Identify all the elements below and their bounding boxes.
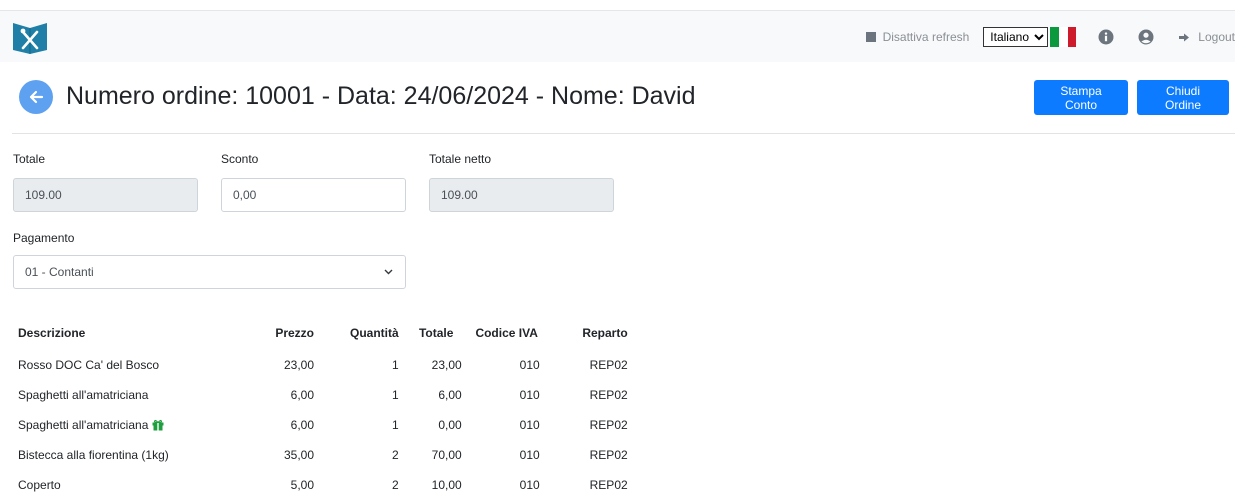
header-codice-iva: Codice IVA (475, 326, 538, 340)
cell-reparto: REP02 (589, 388, 628, 402)
totale-field: 109.00 (13, 178, 198, 212)
totale-netto-label: Totale netto (429, 152, 492, 166)
pagamento-select[interactable]: 01 - Contanti (13, 255, 406, 289)
arrow-left-icon (29, 90, 44, 104)
cell-quantita: 1 (391, 388, 399, 402)
pagamento-label: Pagamento (13, 231, 75, 245)
cell-quantita: 2 (391, 448, 399, 462)
logout-icon (1179, 33, 1190, 41)
table-row: Rosso DOC Ca' del Bosco 23,00 1 23,00 01… (12, 350, 634, 380)
language-select[interactable]: Italiano (983, 27, 1049, 47)
gift-icon (152, 419, 164, 431)
cell-prezzo: 6,00 (290, 418, 314, 432)
user-icon[interactable] (1138, 29, 1154, 45)
cell-descrizione: Spaghetti all'amatriciana (18, 388, 149, 402)
cell-totale: 70,00 (431, 448, 462, 462)
cell-prezzo: 35,00 (283, 448, 314, 462)
refresh-label: Disattiva refresh (882, 30, 970, 44)
cell-descrizione-text: Spaghetti all'amatriciana (18, 418, 149, 432)
cell-totale: 6,00 (438, 388, 462, 402)
cell-codice-iva: 010 (519, 358, 540, 372)
cell-codice-iva: 010 (519, 388, 540, 402)
logout-label: Logout (1198, 30, 1235, 44)
cell-quantita: 1 (391, 358, 399, 372)
info-icon[interactable] (1098, 29, 1114, 45)
cell-reparto: REP02 (589, 448, 628, 462)
sconto-input[interactable] (221, 178, 406, 212)
cell-prezzo: 23,00 (283, 358, 314, 372)
cell-reparto: REP02 (589, 418, 628, 432)
chevron-down-icon (384, 269, 393, 275)
cell-totale: 10,00 (431, 478, 462, 492)
back-button[interactable] (19, 80, 53, 114)
logout-link[interactable]: Logout (1178, 30, 1235, 44)
cell-quantita: 2 (391, 478, 399, 492)
header-totale: Totale (418, 326, 454, 340)
pagamento-value: 01 - Contanti (25, 265, 94, 279)
cell-descrizione-gift: Spaghetti all'amatriciana (12, 410, 240, 440)
header-prezzo: Prezzo (275, 326, 314, 340)
cell-prezzo: 6,00 (290, 388, 314, 402)
italian-flag-icon (1050, 27, 1077, 47)
cell-quantita: 1 (391, 418, 399, 432)
table-row: Spaghetti all'amatriciana 6,00 1 0,00 01… (12, 410, 634, 440)
top-navbar: Disattiva refresh Italiano Logout (0, 10, 1235, 62)
logo-icon[interactable] (12, 20, 48, 54)
cell-reparto: REP02 (589, 478, 628, 492)
page-title: Numero ordine: 10001 - Data: 24/06/2024 … (66, 82, 696, 110)
table-row: Bistecca alla fiorentina (1kg) 35,00 2 7… (12, 440, 634, 470)
sconto-label: Sconto (221, 152, 259, 166)
cell-descrizione: Coperto (18, 478, 61, 492)
divider (12, 133, 1235, 134)
disable-refresh-toggle[interactable]: Disattiva refresh (865, 30, 970, 44)
totale-netto-field: 109.00 (429, 178, 614, 212)
print-bill-button[interactable]: Stampa Conto (1034, 80, 1128, 115)
header-descrizione: Descrizione (18, 326, 86, 340)
cell-totale: 23,00 (431, 358, 462, 372)
header-quantita: Quantità (350, 326, 399, 340)
cell-descrizione: Bistecca alla fiorentina (1kg) (18, 448, 169, 462)
table-row: Spaghetti all'amatriciana 6,00 1 6,00 01… (12, 380, 634, 410)
cell-reparto: REP02 (589, 358, 628, 372)
order-items-table: Descrizione Prezzo Quantità Totale Codic… (12, 316, 634, 492)
close-order-button[interactable]: Chiudi Ordine (1137, 80, 1229, 115)
cell-codice-iva: 010 (519, 418, 540, 432)
cell-totale: 0,00 (438, 418, 462, 432)
checkbox-square-icon (865, 32, 876, 42)
totale-label: Totale (13, 152, 46, 166)
cell-codice-iva: 010 (519, 478, 540, 492)
table-header-row: Descrizione Prezzo Quantità Totale Codic… (12, 316, 634, 350)
cell-descrizione: Rosso DOC Ca' del Bosco (18, 358, 160, 372)
cell-codice-iva: 010 (519, 448, 540, 462)
cell-prezzo: 5,00 (290, 478, 314, 492)
header-reparto: Reparto (582, 326, 628, 340)
table-row: Coperto 5,00 2 10,00 010 REP02 (12, 470, 634, 492)
